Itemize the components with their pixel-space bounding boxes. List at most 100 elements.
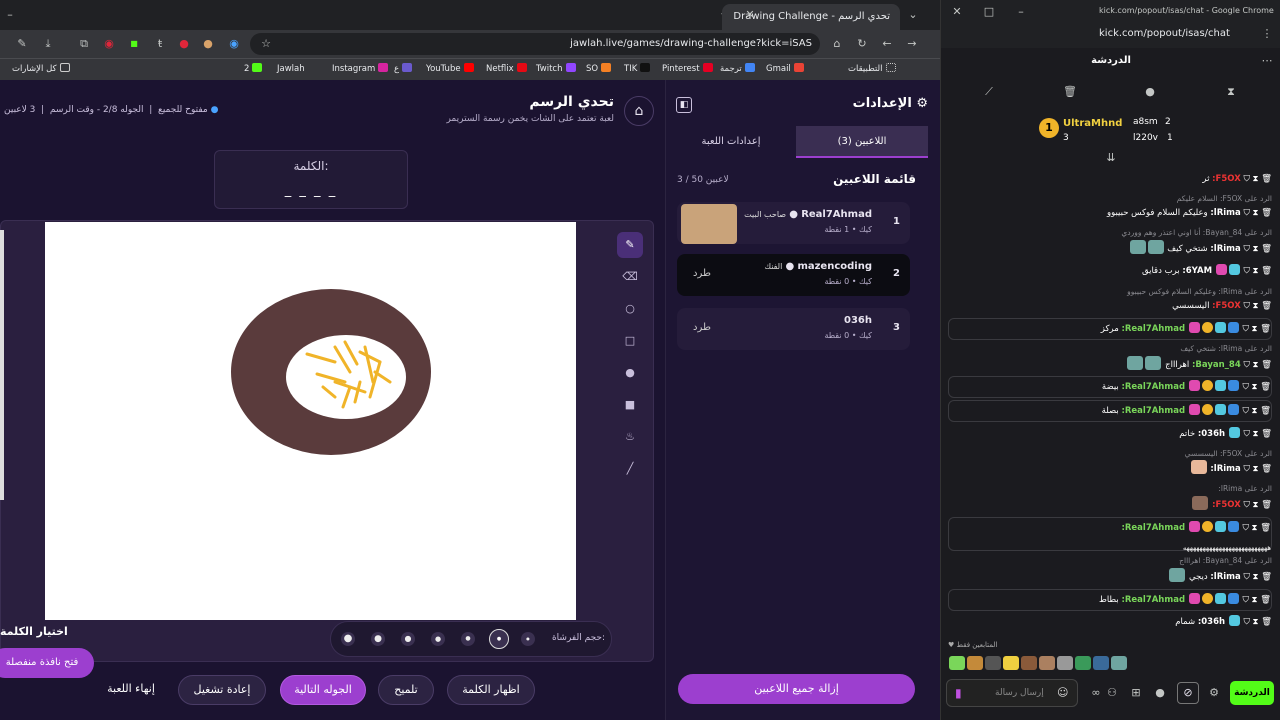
bookmark-all[interactable]: كل الإشارات (12, 63, 70, 75)
brush-size-selected[interactable]: ● (489, 629, 509, 649)
game-title: تحدي الرسم (529, 94, 614, 110)
download-icon[interactable]: ⤓ (40, 36, 56, 52)
circle-tool-icon[interactable]: ○ (617, 296, 643, 322)
emote-icon[interactable] (1075, 656, 1091, 670)
extension-icon[interactable]: ◉ (226, 36, 242, 52)
kick-extension-icon[interactable]: ■ (126, 36, 142, 52)
emote-icon[interactable] (967, 656, 983, 670)
extensions-puzzle-icon[interactable]: ⧉ (76, 36, 92, 52)
address-bar[interactable]: jawlah.live/games/drawing-challenge?kick… (250, 33, 820, 55)
next-round-button[interactable]: الجوله التالية (280, 675, 366, 705)
fill-rect-icon[interactable]: ■ (617, 392, 643, 418)
emoji-icon[interactable]: ☺ (1057, 686, 1068, 699)
tab-search-icon[interactable]: ⌄ (905, 7, 921, 23)
kick-player-button[interactable]: طرد (693, 322, 711, 333)
bookmark-item[interactable]: TIK (624, 63, 651, 75)
brush-size-option[interactable]: ● (341, 632, 355, 646)
gift-icon[interactable]: ⊞ (1128, 685, 1144, 701)
trash-icon[interactable]: 🗑 (1062, 84, 1078, 100)
remove-all-players-button[interactable]: إزالة جميع اللاعبين (678, 674, 915, 704)
forward-icon[interactable]: ← (879, 36, 895, 52)
home-icon[interactable]: ⌂ (624, 96, 654, 126)
close-icon[interactable]: ✕ (949, 4, 965, 20)
minimize-icon[interactable]: – (2, 7, 18, 23)
pin-icon[interactable]: ⟋ (981, 84, 997, 100)
extension-icon[interactable]: ŧ (152, 36, 168, 52)
opera-icon[interactable]: ◉ (101, 36, 117, 52)
back-icon[interactable]: → (904, 36, 920, 52)
player-rank: 1 (893, 216, 900, 227)
timeout-icon[interactable]: ⧗ (1223, 84, 1239, 100)
mute-icon[interactable]: ⊘ (1177, 682, 1199, 704)
brush-size-option[interactable]: ● (431, 632, 445, 646)
bookmark-item[interactable]: Instagram (332, 63, 389, 75)
home-icon[interactable]: ⌂ (829, 36, 845, 52)
edit-icon[interactable]: ✎ (14, 36, 30, 52)
emote-icon[interactable] (1111, 656, 1127, 670)
emote-icon[interactable] (1057, 656, 1073, 670)
users-icon[interactable]: ⚇ (1104, 685, 1120, 701)
bookmark-item[interactable]: YouTube (426, 63, 474, 75)
brush-size-option[interactable]: ● (371, 632, 385, 646)
restart-button[interactable]: إعادة تشغيل (178, 675, 266, 705)
emote-icon[interactable] (949, 656, 965, 670)
extension-icon[interactable]: ● (200, 36, 216, 52)
color-palette-edge[interactable] (0, 230, 4, 500)
bookmark-item[interactable]: Gmail (766, 63, 804, 75)
player-rank: 3 (893, 322, 900, 333)
emote-icon[interactable] (1093, 656, 1109, 670)
chat-bubble-icon[interactable]: ● (1142, 84, 1158, 100)
bookmark-item[interactable]: Twitch (536, 63, 576, 75)
minimize-icon[interactable]: – (1013, 4, 1029, 20)
maximize-icon[interactable]: □ (981, 4, 997, 20)
brush-size-option[interactable]: ● (401, 632, 415, 646)
reload-icon[interactable]: ↻ (854, 36, 870, 52)
more-menu-icon[interactable]: ⋮ (1259, 26, 1275, 42)
chat-message: 🗑 ⧗ ⛉ F5OX: ثر (1202, 174, 1272, 184)
open-popup-button[interactable]: فتح نافذة منفصلة (0, 648, 94, 678)
gear-icon[interactable]: ⚙ (1206, 685, 1222, 701)
bookmark-item[interactable]: ترجمة (720, 63, 755, 75)
bookmark-item[interactable]: Pinterest (662, 63, 713, 75)
mic-icon[interactable]: ▮ (955, 686, 962, 700)
chat-send-button[interactable]: الدردشة (1230, 681, 1274, 705)
bookmark-item[interactable]: 2 (244, 63, 263, 75)
line-tool-icon[interactable]: ╱ (617, 456, 643, 482)
bookmark-apps[interactable]: التطبيقات (848, 63, 896, 75)
choose-word-label: اختيار الكلمة (0, 625, 68, 638)
bookmark-item[interactable]: SO (586, 63, 612, 75)
link-icon[interactable]: ∞ (1088, 685, 1104, 701)
drawing-canvas[interactable] (45, 222, 576, 620)
emote-icon[interactable] (1021, 656, 1037, 670)
kick-player-button[interactable]: طرد (693, 268, 711, 279)
chat-input[interactable]: ▮ إرسال رسالة ☺ (946, 679, 1078, 707)
end-game-button[interactable]: إنهاء اللعبة (96, 675, 166, 705)
top-user-name: l220v (1133, 133, 1159, 143)
emote-icon[interactable] (1039, 656, 1055, 670)
top-user-count: 3 (1063, 133, 1069, 143)
eraser-icon[interactable]: ⌫ (617, 264, 643, 290)
show-word-button[interactable]: اظهار الكلمة (447, 675, 535, 705)
rectangle-tool-icon[interactable]: □ (617, 328, 643, 354)
chat-settings-icon[interactable]: ● (1152, 685, 1168, 701)
more-icon[interactable]: ⋯ (1259, 53, 1275, 69)
bucket-icon[interactable]: ♨ (617, 424, 643, 450)
bookmark-star-icon[interactable]: ☆ (258, 36, 274, 52)
pencil-icon[interactable]: ✎ (617, 232, 643, 258)
collapse-icon[interactable]: ⇊ (1103, 150, 1119, 166)
tab-players[interactable]: اللاعبين (3) (796, 126, 928, 158)
brush-size-option[interactable]: ● (521, 632, 535, 646)
tab-game-settings[interactable]: إعدادات اللعبة (666, 126, 796, 158)
emote-icon[interactable] (985, 656, 1001, 670)
players-count: 3 / 50 لاعبين (677, 175, 729, 185)
emote-icon[interactable] (1003, 656, 1019, 670)
close-tab-icon[interactable]: ✕ (742, 7, 758, 23)
bookmark-item[interactable]: ع (394, 63, 413, 75)
bookmark-item[interactable]: Jawlah (277, 63, 305, 75)
fill-circle-icon[interactable]: ● (617, 360, 643, 386)
collapse-panel-icon[interactable]: ◧ (676, 97, 692, 113)
brush-size-option[interactable]: ● (461, 632, 475, 646)
extension-icon[interactable]: ● (176, 36, 192, 52)
bookmark-item[interactable]: Netflix (486, 63, 527, 75)
hint-button[interactable]: تلميح (378, 675, 434, 705)
